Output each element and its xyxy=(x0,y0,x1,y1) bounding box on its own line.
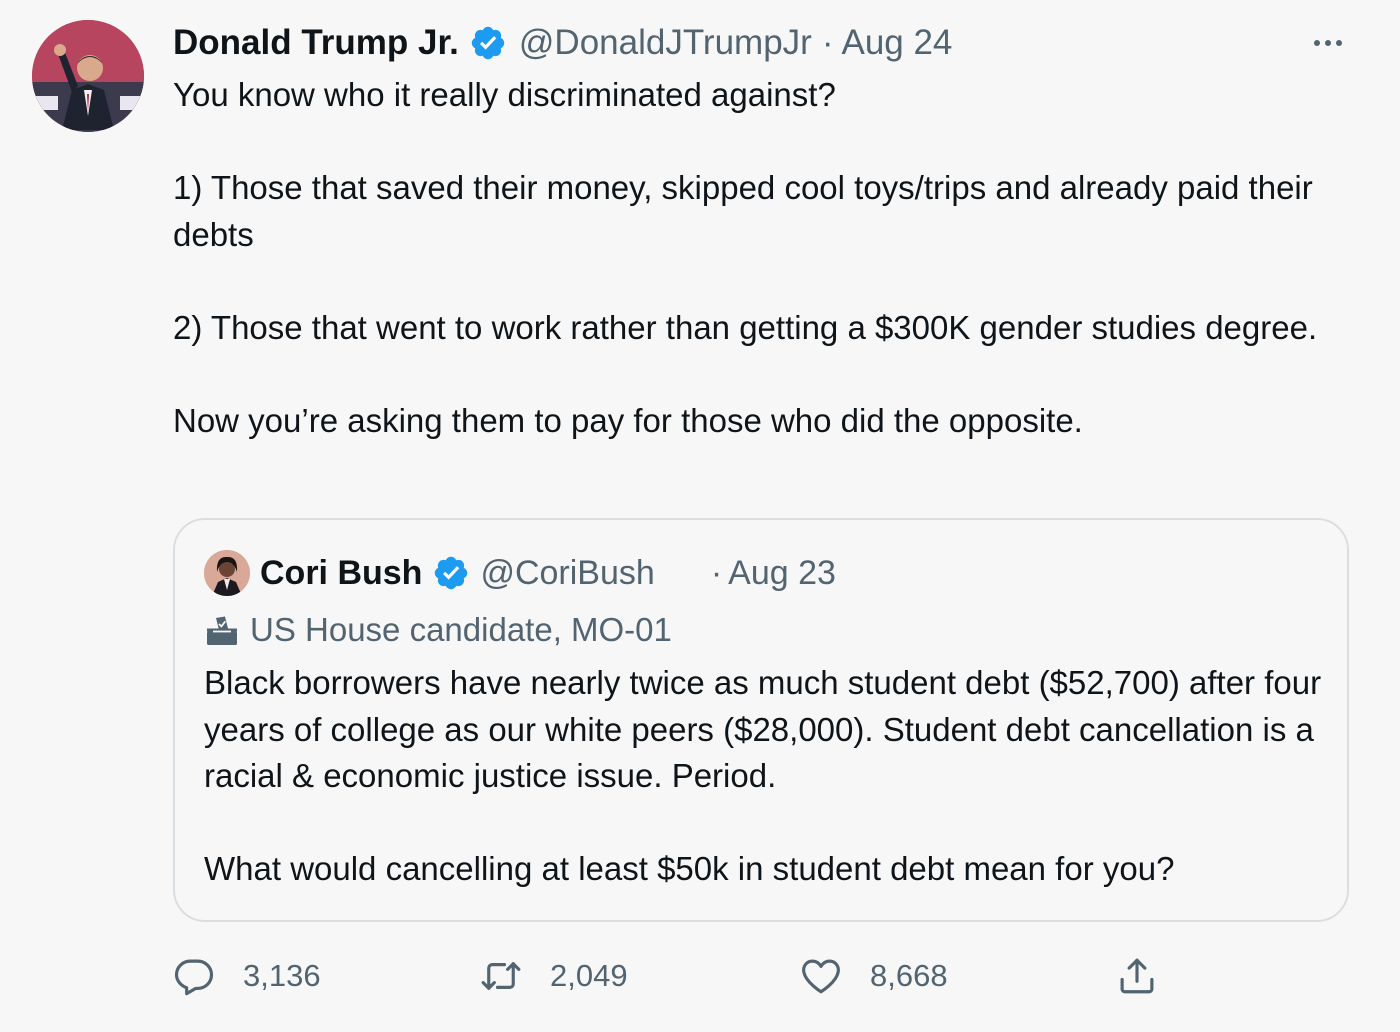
account-label-text: US House candidate, MO-01 xyxy=(250,611,672,648)
ballot-box-icon xyxy=(207,616,237,645)
tweet-text: You know who it really discriminated aga… xyxy=(173,72,1333,444)
like-button[interactable]: 8,668 xyxy=(800,948,948,1004)
verified-badge-icon xyxy=(471,26,505,60)
quoted-tweet-date[interactable]: Aug 23 xyxy=(728,554,836,593)
retweet-icon xyxy=(481,962,521,990)
retweet-count: 2,049 xyxy=(550,958,628,993)
quoted-author-handle[interactable]: @CoriBush xyxy=(480,554,654,593)
quoted-author-avatar[interactable] xyxy=(204,550,250,596)
reply-button[interactable]: 3,136 xyxy=(173,948,321,1004)
verified-badge-icon xyxy=(435,556,468,590)
reply-icon xyxy=(174,959,214,996)
share-icon xyxy=(1120,958,1154,994)
tweet-text-line: You know who it really discriminated aga… xyxy=(173,76,836,113)
author-handle[interactable]: @DonaldJTrumpJr xyxy=(519,23,812,63)
share-button[interactable] xyxy=(1116,948,1158,1004)
quoted-tweet-header: Cori Bush @CoriBush · Aug 23 xyxy=(204,550,836,596)
like-count: 8,668 xyxy=(870,958,948,993)
tweet: Donald Trump Jr. @DonaldJTrumpJr · Aug 2… xyxy=(0,0,1400,1032)
tweet-text-line: Now you’re asking them to pay for those … xyxy=(173,401,1083,439)
heart-icon xyxy=(802,959,840,994)
account-label: US House candidate, MO-01 xyxy=(204,608,672,652)
author-name[interactable]: Donald Trump Jr. xyxy=(173,23,459,63)
avatar-photo xyxy=(32,20,144,132)
tweet-header: Donald Trump Jr. @DonaldJTrumpJr · Aug 2… xyxy=(173,22,952,64)
quoted-tweet[interactable]: Cori Bush @CoriBush · Aug 23 US House ca… xyxy=(173,518,1349,922)
tweet-text-line: 1) Those that saved their money, skipped… xyxy=(173,169,1313,253)
tweet-actions: 3,136 2,049 8,668 xyxy=(0,948,1400,1004)
quoted-author-name[interactable]: Cori Bush xyxy=(260,554,422,593)
quoted-avatar-photo xyxy=(204,550,250,596)
quoted-tweet-text: Black borrowers have nearly twice as muc… xyxy=(204,660,1324,893)
tweet-date[interactable]: Aug 24 xyxy=(841,23,952,63)
header-separator: · xyxy=(821,23,834,62)
more-options-icon[interactable] xyxy=(1306,30,1350,56)
reply-count: 3,136 xyxy=(243,958,321,993)
quoted-text-paragraph: What would cancelling at least $50k in s… xyxy=(204,850,1175,887)
quoted-header-separator: · xyxy=(710,553,723,592)
quoted-text-paragraph: Black borrowers have nearly twice as muc… xyxy=(204,664,1322,794)
retweet-button[interactable]: 2,049 xyxy=(480,948,628,1004)
author-avatar[interactable] xyxy=(32,20,144,132)
tweet-text-line: 2) Those that went to work rather than g… xyxy=(173,308,1318,346)
